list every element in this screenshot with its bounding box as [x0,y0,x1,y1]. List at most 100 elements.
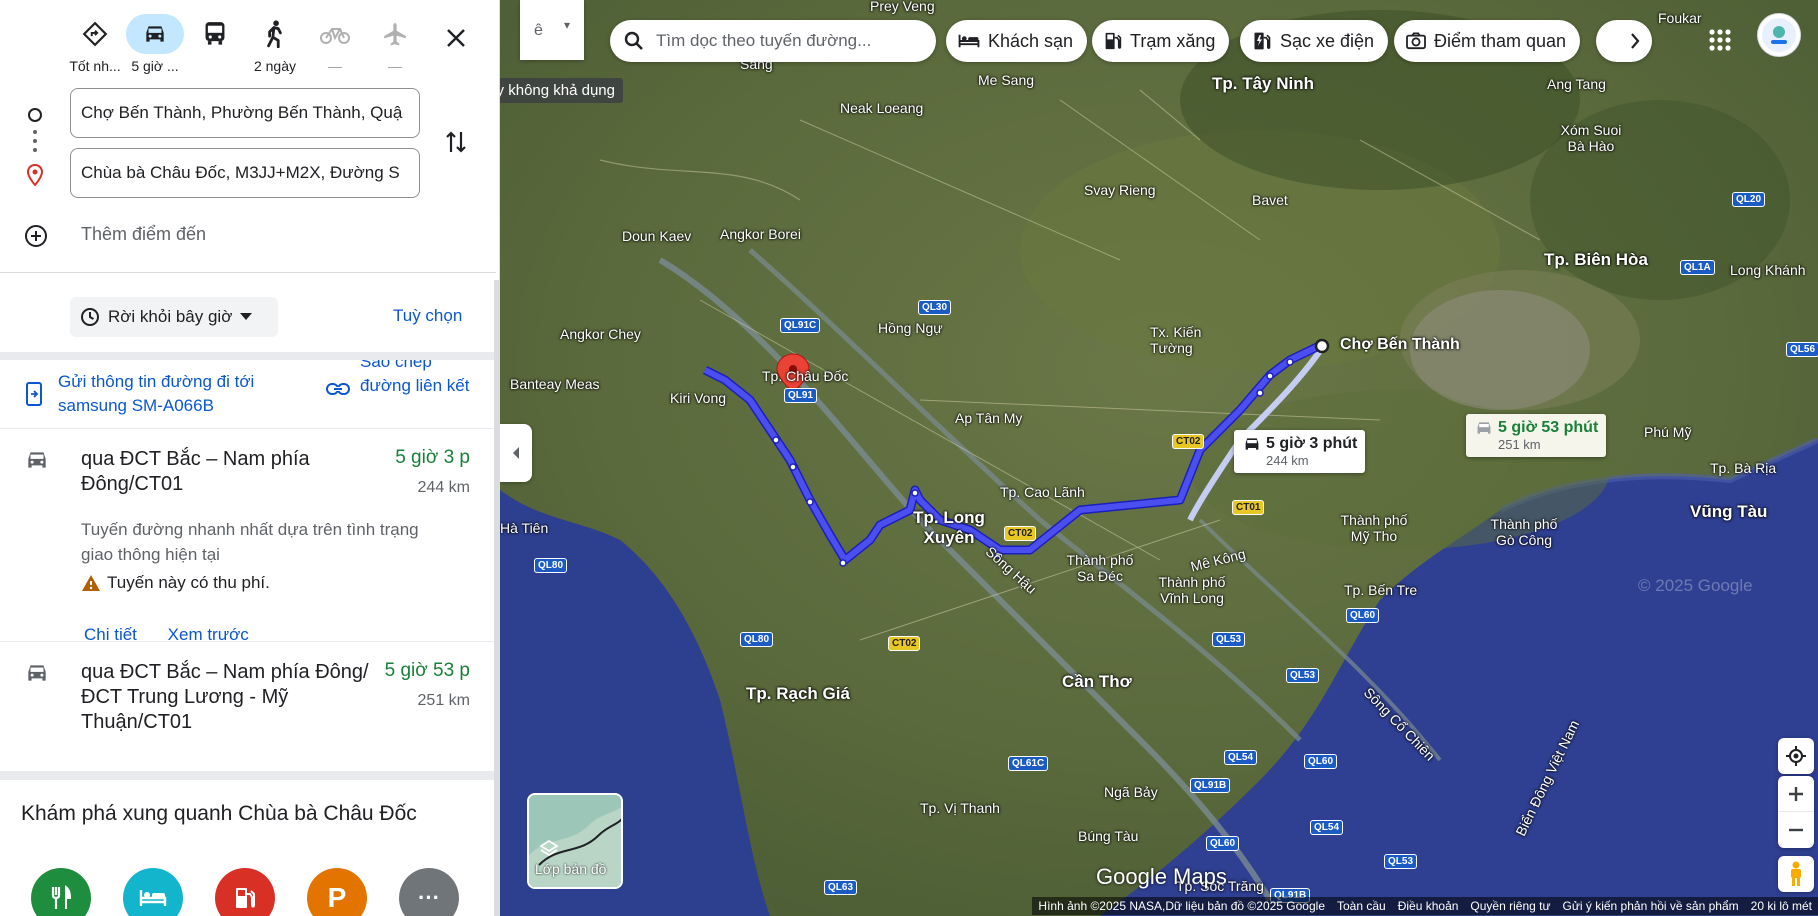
map-label: Tp. Vị Thanh [920,800,1000,816]
attribution-terms-link[interactable]: Điều khoản [1391,897,1465,915]
road-shield: CT02 [1004,526,1037,541]
mode-flight[interactable]: — [366,14,424,74]
street-view-pegman[interactable] [1778,856,1814,892]
map-label: Hồng Ngự [878,320,943,336]
diamond-directions-icon [66,14,124,54]
google-apps-button[interactable] [1702,22,1738,58]
plus-icon [1789,786,1803,801]
zoom-in-button[interactable] [1778,776,1814,812]
road-shield: QL54 [1224,750,1258,765]
map-label: Angkor Borei [720,226,801,242]
map-label: Banteay Meas [510,376,600,392]
warning-icon [82,575,100,591]
map-label: Thành phố Vĩnh Long [1158,574,1226,606]
road-shield: QL53 [1212,632,1246,647]
collapse-panel-button[interactable] [500,424,532,482]
map-label: Vũng Tàu [1690,502,1768,521]
zoom-controls [1778,776,1814,848]
explore-restaurants-button[interactable] [31,868,91,916]
map-label: Tp. Tây Ninh [1212,74,1314,93]
road-shield: QL63 [824,880,858,895]
route-bubble-alt-distance: 251 km [1498,437,1541,452]
map-layers-button[interactable]: Lớp bản đồ [527,793,623,889]
mode-flight-label: — [388,58,402,74]
road-shield: QL91B [1190,778,1231,793]
map-label: Tp. Châu Đốc [762,368,849,384]
car-icon [24,662,50,689]
chip-attractions-label: Điểm tham quan [1434,30,1567,51]
origin-input[interactable]: Chợ Bến Thành, Phường Bến Thành, Quậ [70,88,420,138]
map-label: Tp. Bến Tre [1344,582,1418,598]
map-label: Hà Tiên [500,520,549,536]
chip-gas-stations[interactable]: Trạm xăng [1092,20,1230,62]
car-icon [1245,438,1259,450]
route-bubble-main-time: 5 giờ 3 phút [1266,435,1358,452]
map-label: Tp. Bà Rịa [1710,460,1777,476]
bus-icon [186,14,244,54]
map-label: Tp. Cao Lãnh [1000,484,1085,500]
hotel-icon [958,34,980,48]
add-destination-button[interactable]: Thêm điểm đến [0,216,499,256]
route-option-2[interactable]: qua ĐCT Bắc – Nam phía Đông/ĐCT Trung Lư… [0,642,496,772]
attribution-privacy-link[interactable]: Quyền riêng tư [1464,897,1557,915]
chip-attractions[interactable]: Điểm tham quan [1394,20,1581,62]
account-avatar[interactable] [1758,14,1800,56]
map-label: Ang Tang [1547,76,1606,92]
road-shield: CT02 [888,636,921,651]
attribution-feedback-link[interactable]: Gửi ý kiến phản hồi về sản phẩm [1556,897,1745,915]
mode-best[interactable]: Tốt nh... [66,14,124,74]
camera-icon [1406,32,1426,50]
explore-more-button[interactable]: ··· [399,868,459,916]
road-shield: QL30 [918,300,952,315]
my-location-button[interactable] [1778,738,1814,774]
chevron-down-icon: ▾ [564,18,571,32]
explore-hotels-button[interactable] [123,868,183,916]
zoom-out-button[interactable] [1778,812,1814,848]
parking-icon: P [327,882,347,913]
route-options-link[interactable]: Tuỳ chọn [393,306,462,326]
swap-waypoints-button[interactable] [440,124,472,160]
road-shield: QL56 [1786,342,1818,357]
road-shield: QL20 [1732,192,1766,207]
destination-row: Chùa bà Châu Đốc, M3JJ+M2X, Đường S [0,148,499,200]
travel-mode-bar: Tốt nh... 5 giờ ... 2 ngày — — [0,0,499,82]
depart-time-dropdown[interactable]: Rời khỏi bây giờ [70,297,278,337]
route-option-1[interactable]: qua ĐCT Bắc – Nam phía Đông/CT01 5 giờ 3… [0,428,496,644]
search-along-route-input[interactable]: Tìm dọc theo tuyến đường... [656,31,916,51]
google-maps-logo: Google Maps [1096,864,1227,889]
copy-link-button[interactable]: Sao chép đường liên kết [326,360,486,420]
scale-bar[interactable]: 20 ki lô mét [1744,897,1818,915]
chip-ev-charging-label: Sạc xe điện [1280,30,1375,51]
attribution-global-link[interactable]: Toàn cầu [1331,897,1392,915]
close-icon [447,29,465,47]
mode-walk[interactable]: 2 ngày [246,14,304,74]
chip-ev-charging[interactable]: Sạc xe điện [1240,20,1389,62]
chips-next-button[interactable] [1596,20,1652,62]
mode-drive[interactable]: 5 giờ ... [126,14,184,74]
restaurant-icon [51,885,72,909]
link-icon [326,382,350,401]
route-bubble-alt[interactable]: 5 giờ 53 phút 251 km [1466,414,1607,457]
route-1-time: 5 giờ 3 p [395,447,470,468]
apps-grid-icon [1709,29,1731,51]
mode-transit[interactable] [186,14,244,74]
chevron-right-icon [1631,33,1640,49]
toll-warning: Tuyến này có thu phí. [81,573,270,593]
map-canvas[interactable]: Prey Veng Foukar Sang Me Sang Tp. Tây Ni… [500,0,1818,916]
map-label: Tp. Long Xuyên [913,508,985,547]
chip-hotels[interactable]: Khách sạn [946,20,1088,62]
route-bubble-main[interactable]: 5 giờ 3 phút 244 km [1234,430,1366,473]
explore-parking-button[interactable]: P [307,868,367,916]
car-icon [24,449,50,476]
road-shield: QL60 [1346,608,1380,623]
add-destination-label: Thêm điểm đến [81,224,207,244]
mode-bike[interactable]: — [306,14,364,74]
chevron-left-icon [513,447,519,459]
destination-input[interactable]: Chùa bà Châu Đốc, M3JJ+M2X, Đường S [70,148,420,198]
explore-gas-button[interactable] [215,868,275,916]
close-directions-button[interactable] [436,18,476,58]
search-along-route-box[interactable]: Tìm dọc theo tuyến đường... [610,20,936,62]
side-panel-toggle[interactable]: ê ▾ Chuyến bay không khả dụng [500,0,623,103]
attribution-data: Hình ảnh ©2025 NASA,Dữ liệu bản đồ ©2025… [1032,897,1331,915]
map-label: Búng Tàu [1078,828,1139,844]
